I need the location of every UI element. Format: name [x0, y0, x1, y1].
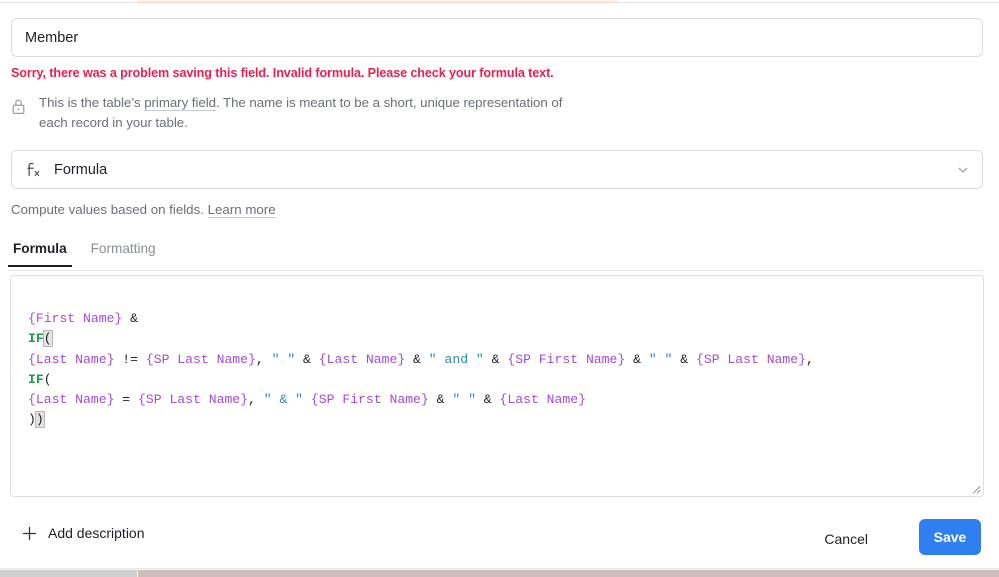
- background-row-strip: [0, 0, 999, 4]
- cancel-button[interactable]: Cancel: [820, 525, 872, 553]
- formula-line: IF(: [28, 330, 53, 348]
- primary-field-notice-text: This is the table’s primary field. The n…: [39, 93, 571, 133]
- resize-grip-icon[interactable]: [968, 481, 981, 494]
- field-type-description-text: Compute values based on fields.: [11, 202, 204, 217]
- background-row-segment: [617, 0, 999, 3]
- formula-line: {First Name} &: [28, 311, 139, 327]
- field-name-input[interactable]: [11, 18, 983, 57]
- save-error-message: Sorry, there was a problem saving this f…: [11, 66, 554, 80]
- field-type-value: Formula: [54, 161, 108, 178]
- notice-text-before: This is the table’s: [39, 95, 145, 110]
- save-button[interactable]: Save: [919, 519, 981, 555]
- plus-icon: [22, 526, 37, 541]
- primary-field-notice: This is the table’s primary field. The n…: [11, 93, 571, 133]
- tab-formula[interactable]: Formula: [8, 241, 72, 267]
- lock-icon: [11, 98, 28, 118]
- formula-code-content[interactable]: {First Name} & IF( {Last Name} != {SP Last…: [11, 276, 983, 471]
- formula-editor[interactable]: {First Name} & IF( {Last Name} != {SP Last…: [10, 275, 984, 497]
- fx-icon: [25, 161, 45, 179]
- scrollbar-thumb-right[interactable]: [138, 570, 999, 577]
- add-description-button[interactable]: Add description: [22, 525, 145, 541]
- formula-line: {Last Name} = {SP Last Name}, " & " {SP …: [28, 391, 586, 407]
- add-description-label: Add description: [48, 525, 145, 541]
- field-type-description: Compute values based on fields. Learn mo…: [11, 202, 276, 218]
- formula-line: IF(: [28, 371, 52, 387]
- field-editor-panel: Sorry, there was a problem saving this f…: [0, 0, 999, 577]
- background-row-segment: [0, 0, 137, 3]
- primary-field-link[interactable]: primary field: [144, 95, 216, 111]
- formula-line: )): [28, 411, 45, 429]
- horizontal-scrollbar[interactable]: [0, 568, 999, 577]
- chevron-down-icon[interactable]: [956, 163, 970, 177]
- tab-formatting[interactable]: Formatting: [86, 241, 161, 265]
- scrollbar-thumb-left[interactable]: [0, 570, 137, 577]
- background-row-segment-highlighted: [137, 0, 617, 3]
- editor-tabs: Formula Formatting: [8, 240, 983, 271]
- formula-line: {Last Name} != {SP Last Name}, " " & {La…: [28, 351, 814, 367]
- learn-more-link[interactable]: Learn more: [207, 202, 276, 218]
- field-type-select[interactable]: Formula: [11, 150, 983, 189]
